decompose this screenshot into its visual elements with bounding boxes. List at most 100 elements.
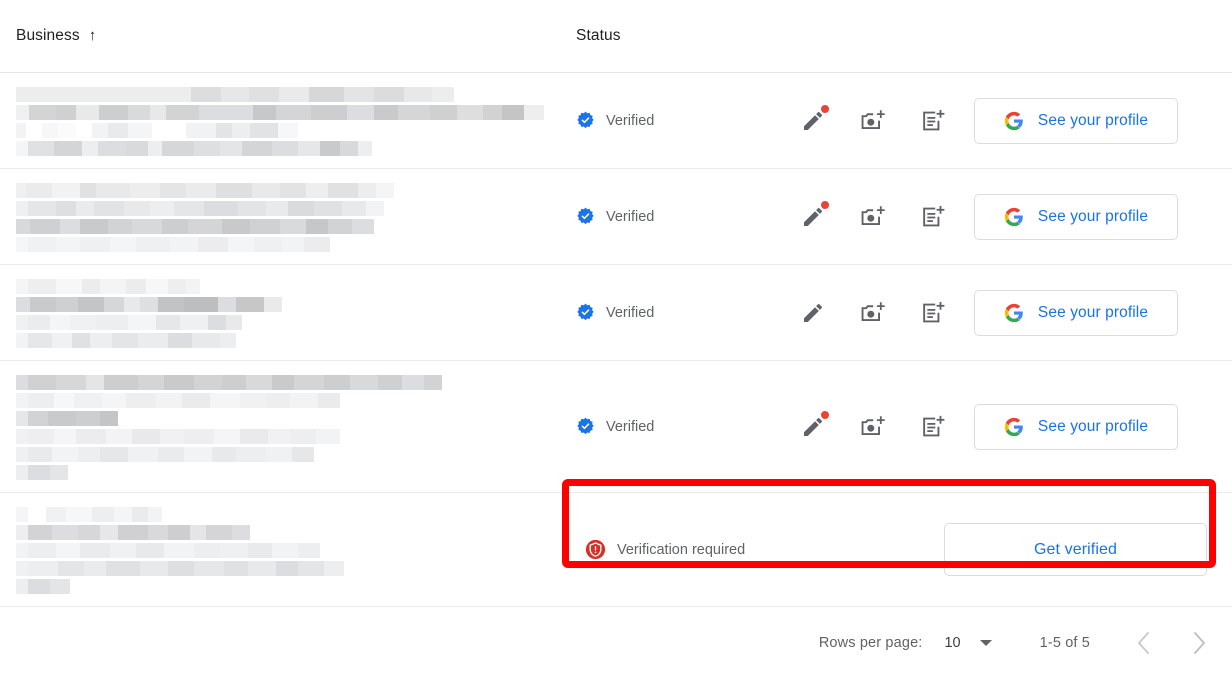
redaction-block <box>72 333 90 348</box>
table-row[interactable]: Verified See your profile <box>0 265 1232 361</box>
verified-badge-icon <box>577 207 594 225</box>
redaction-block <box>132 219 162 234</box>
edit-profile-button[interactable] <box>796 296 830 330</box>
add-photo-button[interactable] <box>856 104 890 138</box>
redaction-block <box>316 429 340 444</box>
table-row[interactable]: Verified See your profile <box>0 73 1232 169</box>
table-row[interactable]: Verified See your profile <box>0 169 1232 265</box>
redaction-block <box>76 201 94 216</box>
previous-page-button[interactable] <box>1124 624 1162 662</box>
redaction-block <box>28 429 54 444</box>
add-post-button[interactable] <box>916 104 950 138</box>
notification-dot-icon <box>821 104 829 113</box>
add-post-icon <box>922 415 944 436</box>
redaction-block <box>310 105 347 120</box>
status-label-text: Verification required <box>617 541 746 558</box>
add-photo-button[interactable] <box>856 410 890 444</box>
add-photo-button[interactable] <box>856 296 890 330</box>
pagination-bar: Rows per page: 10 1-5 of 5 <box>0 607 1232 678</box>
redaction-block <box>194 141 220 156</box>
redaction-block <box>50 465 68 480</box>
redaction-block <box>212 447 236 462</box>
redaction-block <box>280 183 306 198</box>
redaction-block <box>208 315 226 330</box>
see-your-profile-button[interactable]: See your profile <box>974 193 1178 240</box>
redaction-block <box>74 393 102 408</box>
redaction-block <box>268 429 290 444</box>
redaction-block <box>46 507 66 522</box>
redaction-block <box>75 105 100 120</box>
verified-badge-icon <box>577 417 594 435</box>
redaction-block <box>52 183 80 198</box>
edit-profile-button[interactable] <box>796 200 830 234</box>
redaction-block <box>16 237 28 252</box>
row-action-icons <box>796 296 950 330</box>
redaction-block <box>376 183 394 198</box>
redaction-block <box>158 447 184 462</box>
row-action-icons <box>796 410 950 444</box>
redacted-text-line <box>16 333 544 348</box>
column-header-status[interactable]: Status <box>576 27 621 45</box>
redaction-block <box>186 123 216 138</box>
redaction-block <box>136 543 164 558</box>
redaction-block <box>48 411 76 426</box>
see-your-profile-button[interactable]: See your profile <box>974 97 1178 144</box>
redaction-block <box>152 123 186 138</box>
see-your-profile-button[interactable]: See your profile <box>974 289 1178 336</box>
table-row[interactable]: Verification required Get verified <box>0 493 1232 607</box>
add-post-button[interactable] <box>916 200 950 234</box>
business-name-cell <box>0 169 560 264</box>
redaction-block <box>264 297 282 312</box>
redaction-block <box>328 183 358 198</box>
redaction-block <box>249 87 279 102</box>
redaction-block <box>128 315 156 330</box>
column-header-business[interactable]: Business ↑ <box>16 27 96 45</box>
add-post-button[interactable] <box>916 296 950 330</box>
redaction-block <box>118 525 148 540</box>
redaction-block <box>184 429 214 444</box>
redaction-block <box>16 579 28 594</box>
rows-per-page-label: Rows per page: <box>818 634 923 651</box>
get-verified-button[interactable]: Get verified <box>944 523 1207 576</box>
redaction-block <box>194 543 220 558</box>
redaction-block <box>28 375 56 390</box>
redaction-block <box>76 411 100 426</box>
redaction-block <box>84 561 106 576</box>
redaction-block <box>28 141 54 156</box>
rows-per-page-select[interactable]: 10 <box>944 635 992 651</box>
redaction-block <box>502 105 525 120</box>
redaction-block <box>54 141 82 156</box>
redaction-block <box>56 297 78 312</box>
redaction-block <box>16 183 26 198</box>
get-verified-label: Get verified <box>1033 540 1117 558</box>
table-row[interactable]: Verified See your profile <box>0 361 1232 493</box>
redaction-block <box>298 543 320 558</box>
redaction-block <box>191 87 221 102</box>
redaction-block <box>128 123 152 138</box>
see-your-profile-button[interactable]: See your profile <box>974 403 1178 450</box>
redaction-block <box>184 297 218 312</box>
redaction-block <box>220 543 248 558</box>
redaction-block <box>156 393 182 408</box>
verification-required-icon <box>585 539 606 560</box>
edit-profile-button[interactable] <box>796 104 830 138</box>
redaction-block <box>314 201 342 216</box>
add-photo-icon <box>861 301 885 321</box>
redaction-block <box>126 393 156 408</box>
redaction-block <box>42 123 58 138</box>
add-photo-button[interactable] <box>856 200 890 234</box>
redaction-block <box>148 525 168 540</box>
redacted-text-line <box>16 237 544 252</box>
redaction-block <box>148 141 162 156</box>
edit-profile-button[interactable] <box>796 410 830 444</box>
next-page-button[interactable] <box>1180 624 1218 662</box>
redaction-block <box>132 507 148 522</box>
redaction-block <box>272 543 298 558</box>
redaction-block <box>186 279 200 294</box>
redaction-block <box>76 429 106 444</box>
add-post-button[interactable] <box>916 410 950 444</box>
redaction-block <box>228 237 254 252</box>
redaction-block <box>397 105 431 120</box>
redaction-block <box>124 297 140 312</box>
redaction-block <box>272 375 294 390</box>
